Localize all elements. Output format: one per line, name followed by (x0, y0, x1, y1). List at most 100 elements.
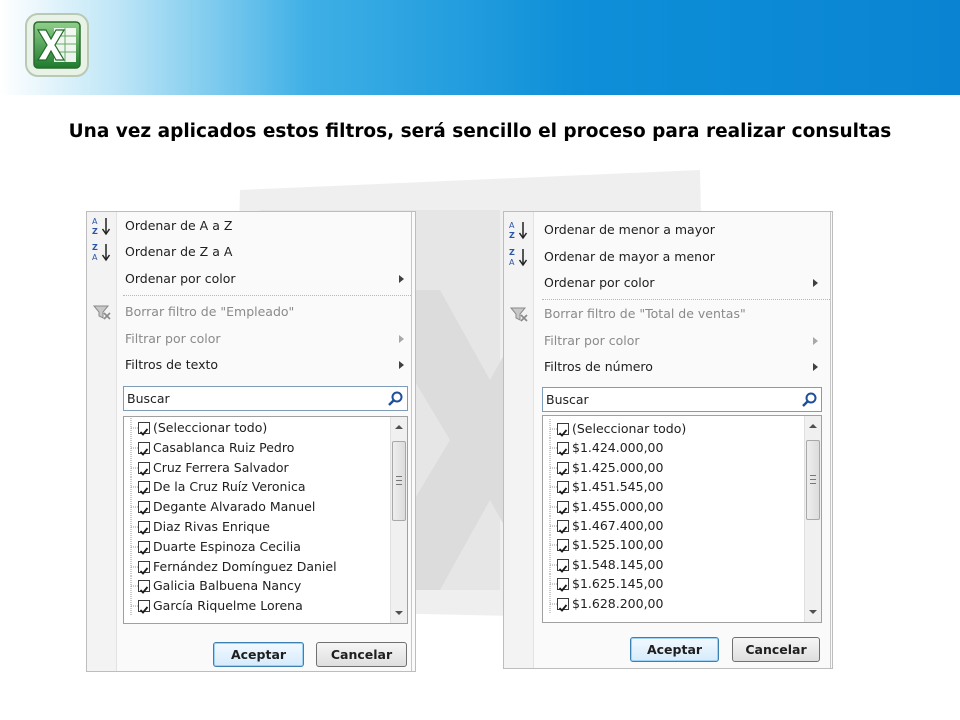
scroll-down-icon[interactable] (809, 610, 817, 614)
sort-a-to-z-icon: A Z (509, 221, 528, 240)
cancel-button[interactable]: Cancelar (732, 637, 820, 662)
checkbox-checked-icon[interactable] (138, 441, 150, 456)
list-item[interactable]: Cruz Ferrera Salvador (124, 457, 364, 478)
number-filter-dropdown: A Z Ordenar de menor a mayor Z A Ordenar… (503, 211, 833, 669)
list-item[interactable]: $1.548.145,00 (543, 554, 783, 575)
clear-filter-icon (92, 305, 111, 320)
menu-sort-asc[interactable]: Ordenar de A a Z (125, 215, 232, 237)
menu-sort-by-color[interactable]: Ordenar por color (125, 268, 236, 290)
scroll-down-icon[interactable] (395, 611, 403, 615)
scroll-thumb[interactable] (806, 440, 820, 520)
svg-text:A: A (92, 253, 98, 262)
checkbox-checked-icon[interactable] (138, 540, 150, 555)
checkbox-checked-icon[interactable] (557, 558, 569, 573)
checkbox-checked-icon[interactable] (557, 500, 569, 515)
list-item-label: Fernández Domínguez Daniel (153, 558, 337, 574)
list-item-label: García Riquelme Lorena (153, 598, 303, 614)
list-item[interactable]: $1.424.000,00 (543, 438, 783, 459)
accept-button[interactable]: Aceptar (630, 637, 719, 662)
list-item[interactable]: De la Cruz Ruíz Veronica (124, 477, 364, 498)
list-scrollbar[interactable] (390, 417, 407, 623)
menu-sort-by-color[interactable]: Ordenar por color (544, 272, 655, 294)
list-item-label: Diaz Rivas Enrique (153, 519, 270, 534)
scroll-thumb[interactable] (392, 441, 406, 521)
list-item[interactable]: García Riquelme Lorena (124, 596, 364, 617)
menu-filter-by-color: Filtrar por color (544, 333, 640, 348)
submenu-arrow-icon (399, 361, 404, 369)
list-item-label: Galicia Balbuena Nancy (153, 578, 302, 594)
checkbox-checked-icon[interactable] (557, 461, 569, 476)
checkbox-checked-icon[interactable] (138, 580, 150, 595)
search-input[interactable] (127, 390, 367, 407)
checkbox-checked-icon[interactable] (557, 423, 569, 437)
svg-text:A: A (92, 217, 98, 226)
list-item[interactable]: $1.455.000,00 (543, 496, 783, 517)
list-item[interactable]: Casablanca Ruiz Pedro (124, 437, 364, 458)
list-item-label: (Seleccionar todo) (153, 420, 268, 435)
checkbox-checked-icon[interactable] (138, 481, 150, 496)
checkbox-checked-icon[interactable] (138, 501, 150, 516)
clear-filter-icon (509, 307, 528, 322)
menu-sort-desc[interactable]: Ordenar de mayor a menor (544, 246, 715, 268)
search-field[interactable] (542, 387, 822, 412)
submenu-arrow-icon (813, 337, 818, 345)
list-item[interactable]: Degante Alvarado Manuel (124, 497, 364, 518)
checkbox-checked-icon[interactable] (138, 600, 150, 615)
list-item[interactable]: $1.628.200,00 (543, 593, 783, 614)
checkbox-checked-icon[interactable] (557, 520, 569, 534)
list-scrollbar[interactable] (804, 416, 821, 622)
checkbox-checked-icon[interactable] (138, 461, 150, 476)
menu-separator (123, 295, 411, 296)
submenu-arrow-icon (813, 363, 818, 371)
list-item-label: Casablanca Ruiz Pedro (153, 439, 295, 455)
search-input[interactable] (546, 391, 786, 408)
list-item[interactable]: $1.467.400,00 (543, 516, 783, 536)
list-item-label: (Seleccionar todo) (572, 421, 687, 436)
menu-icon-gutter (87, 212, 117, 671)
list-item[interactable]: $1.425.000,00 (543, 457, 783, 478)
list-item-label: $1.525.100,00 (572, 537, 664, 553)
checkbox-checked-icon[interactable] (138, 560, 150, 575)
list-item[interactable]: Fernández Domínguez Daniel (124, 556, 364, 577)
checkbox-checked-icon[interactable] (138, 422, 150, 436)
list-item-label: $1.628.200,00 (572, 595, 664, 611)
list-item[interactable]: $1.451.545,00 (543, 477, 783, 498)
checkbox-checked-icon[interactable] (557, 539, 569, 554)
menu-sort-desc[interactable]: Ordenar de Z a A (125, 241, 232, 263)
checkbox-checked-icon[interactable] (557, 442, 569, 457)
menu-sort-asc[interactable]: Ordenar de menor a mayor (544, 219, 715, 241)
search-icon[interactable] (387, 390, 404, 407)
list-item-label: $1.548.145,00 (572, 556, 664, 572)
list-item[interactable]: Galicia Balbuena Nancy (124, 576, 364, 597)
list-item-label: Degante Alvarado Manuel (153, 499, 316, 515)
checkbox-checked-icon[interactable] (557, 597, 569, 612)
scroll-up-icon[interactable] (809, 424, 817, 428)
cancel-button[interactable]: Cancelar (316, 642, 407, 667)
checkbox-checked-icon[interactable] (557, 578, 569, 593)
list-item[interactable]: $1.625.145,00 (543, 574, 783, 595)
list-item-label: $1.625.145,00 (572, 576, 664, 592)
accept-button[interactable]: Aceptar (213, 642, 304, 667)
menu-text-filters[interactable]: Filtros de texto (125, 354, 218, 376)
excel-logo-icon (25, 13, 89, 77)
submenu-arrow-icon (399, 275, 404, 283)
list-item[interactable]: Diaz Rivas Enrique (124, 517, 364, 537)
checkbox-checked-icon[interactable] (557, 481, 569, 496)
search-icon[interactable] (801, 391, 818, 408)
text-filter-dropdown: A Z Ordenar de A a Z Z A Ordenar de Z a … (86, 211, 416, 672)
list-item[interactable]: (Seleccionar todo) (124, 418, 364, 438)
list-item-label: Duarte Espinoza Cecilia (153, 538, 301, 554)
menu-filter-by-color: Filtrar por color (125, 331, 221, 346)
checkbox-checked-icon[interactable] (138, 521, 150, 535)
menu-number-filters[interactable]: Filtros de número (544, 356, 653, 378)
svg-text:A: A (509, 221, 515, 230)
list-item[interactable]: $1.525.100,00 (543, 535, 783, 556)
scroll-up-icon[interactable] (395, 425, 403, 429)
list-item[interactable]: (Seleccionar todo) (543, 419, 783, 439)
list-item[interactable]: Duarte Espinoza Cecilia (124, 536, 364, 557)
list-item-label: $1.424.000,00 (572, 440, 664, 456)
sort-z-to-a-icon: Z A (509, 248, 528, 267)
search-field[interactable] (123, 386, 408, 411)
submenu-arrow-icon (813, 279, 818, 287)
list-item-label: De la Cruz Ruíz Veronica (153, 479, 306, 495)
